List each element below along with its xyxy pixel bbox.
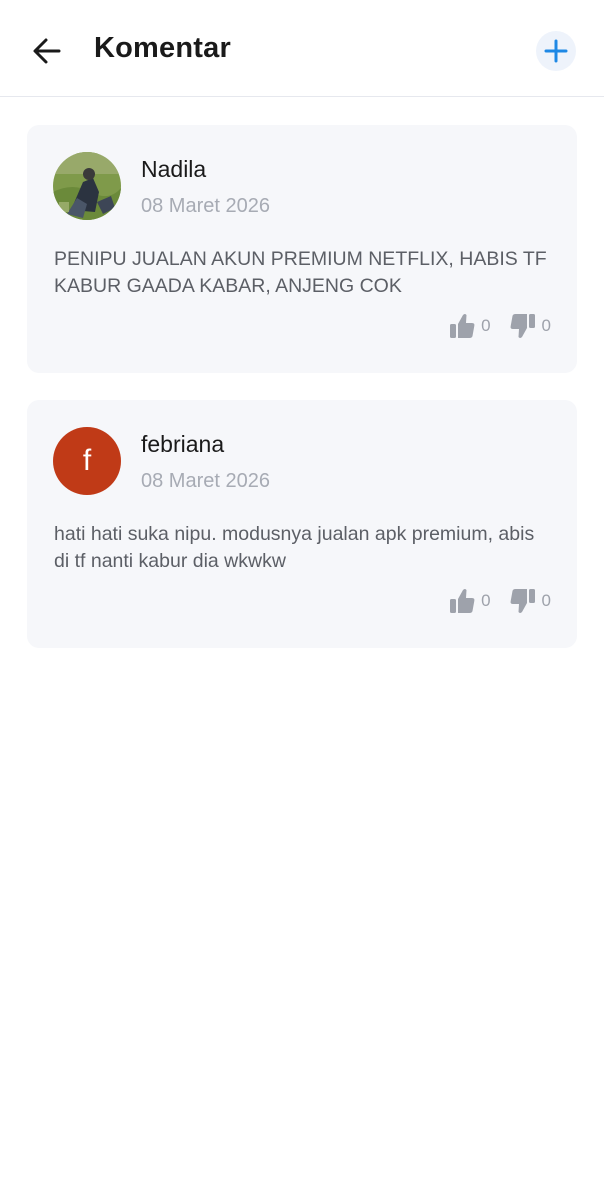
dislike-count: 0	[541, 591, 551, 610]
add-comment-button[interactable]	[536, 31, 576, 71]
dislike-count: 0	[541, 316, 551, 335]
comment-card: Nadila 08 Maret 2026 PENIPU JUALAN AKUN …	[27, 125, 577, 373]
user-photo-icon	[53, 152, 121, 220]
like-count: 0	[481, 591, 491, 610]
app-header: Komentar	[0, 0, 604, 97]
reactions: 0 0	[448, 311, 551, 341]
dislike-button[interactable]: 0	[509, 312, 551, 340]
comment-text: hati hati suka nipu. modusnya jualan apk…	[54, 523, 535, 572]
like-button[interactable]: 0	[448, 312, 491, 340]
comment-date: 08 Maret 2026	[141, 195, 270, 217]
thumbs-up-icon	[450, 589, 475, 613]
reactions: 0 0	[448, 586, 551, 616]
comment-author: febriana	[141, 431, 225, 457]
thumbs-down-icon	[510, 314, 535, 338]
comment-card: f febriana 08 Maret 2026 hati hati suka …	[27, 400, 577, 648]
comment-text: PENIPU JUALAN AKUN PREMIUM NETFLIX, HABI…	[54, 248, 547, 297]
like-count: 0	[481, 316, 491, 335]
avatar[interactable]: f	[53, 427, 121, 495]
like-button[interactable]: 0	[448, 587, 491, 615]
comment-author: Nadila	[141, 156, 207, 182]
dislike-button[interactable]: 0	[509, 587, 551, 615]
page-title: Komentar	[94, 32, 231, 64]
avatar[interactable]	[53, 152, 121, 220]
thumbs-up-icon	[450, 314, 475, 338]
thumbs-down-icon	[510, 589, 535, 613]
plus-icon	[544, 39, 568, 63]
arrow-left-icon	[33, 38, 61, 64]
back-button[interactable]	[30, 34, 64, 68]
comment-date: 08 Maret 2026	[141, 470, 270, 492]
